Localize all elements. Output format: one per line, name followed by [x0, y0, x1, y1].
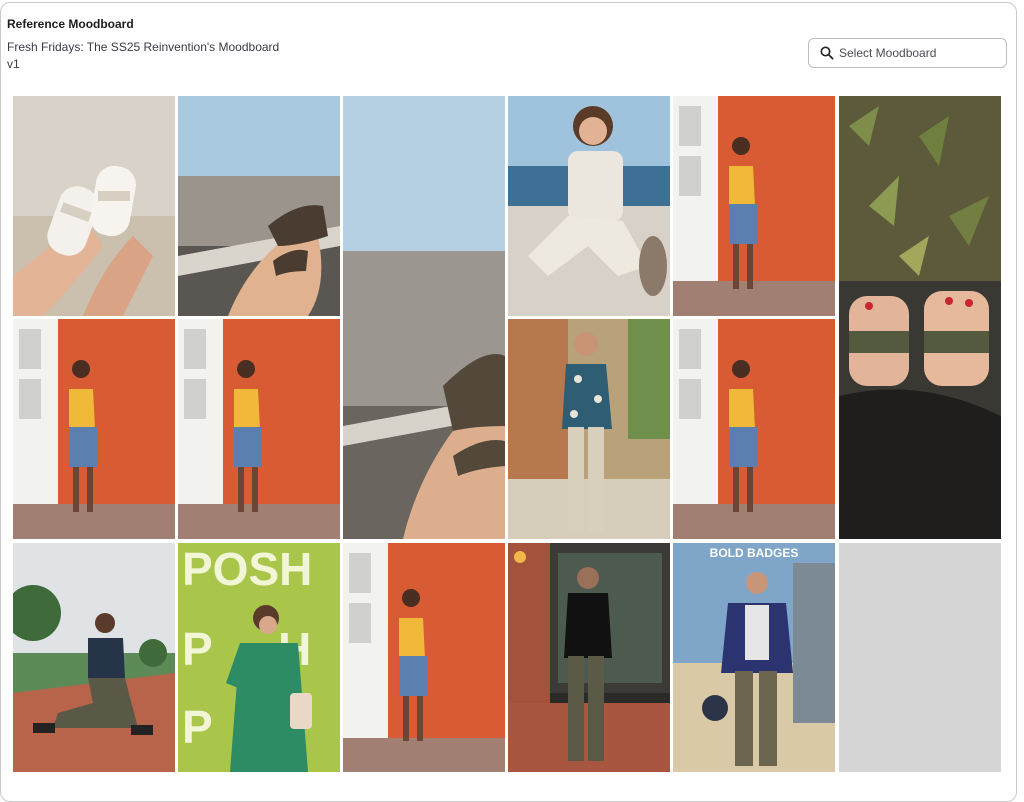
- photo-woman-orange-wall[interactable]: [178, 319, 340, 539]
- photo-man-crouching-track[interactable]: [13, 543, 175, 772]
- photo-man-floral-shirt[interactable]: [508, 319, 670, 539]
- empty-tile: [839, 543, 1001, 772]
- photo-woman-orange-wall[interactable]: [673, 96, 835, 316]
- photo-leaves-and-red-toenails[interactable]: [839, 96, 1001, 539]
- select-moodboard-search[interactable]: [808, 38, 1007, 68]
- photo-woman-orange-wall[interactable]: [343, 543, 505, 772]
- photo-posh-green-dress[interactable]: POSH P H P: [178, 543, 340, 772]
- photo-man-black-tshirt[interactable]: [508, 543, 670, 772]
- bold-badges-text: BOLD BADGES: [710, 546, 799, 560]
- page-title: Reference Moodboard: [7, 17, 134, 31]
- photo-feet-on-boat-deck[interactable]: [178, 96, 340, 316]
- svg-text:P: P: [182, 701, 213, 753]
- search-input[interactable]: [839, 44, 999, 62]
- posh-text: POSH: [182, 543, 312, 595]
- photo-sandals-on-sand[interactable]: [13, 96, 175, 316]
- svg-text:P: P: [182, 623, 213, 675]
- photo-sea-horizon-sandal[interactable]: [343, 96, 505, 539]
- search-icon: [820, 46, 834, 60]
- photo-woman-orange-wall[interactable]: [673, 319, 835, 539]
- photo-woman-laughing-with-cat[interactable]: [508, 96, 670, 316]
- moodboard-grid: POSH P H P: [13, 96, 1003, 772]
- moodboard-name: Fresh Fridays: The SS25 Reinvention's Mo…: [7, 40, 280, 54]
- photo-man-bomber-jacket[interactable]: BOLD BADGES: [673, 543, 835, 772]
- version-label: v1: [7, 57, 20, 71]
- photo-woman-orange-wall[interactable]: [13, 319, 175, 539]
